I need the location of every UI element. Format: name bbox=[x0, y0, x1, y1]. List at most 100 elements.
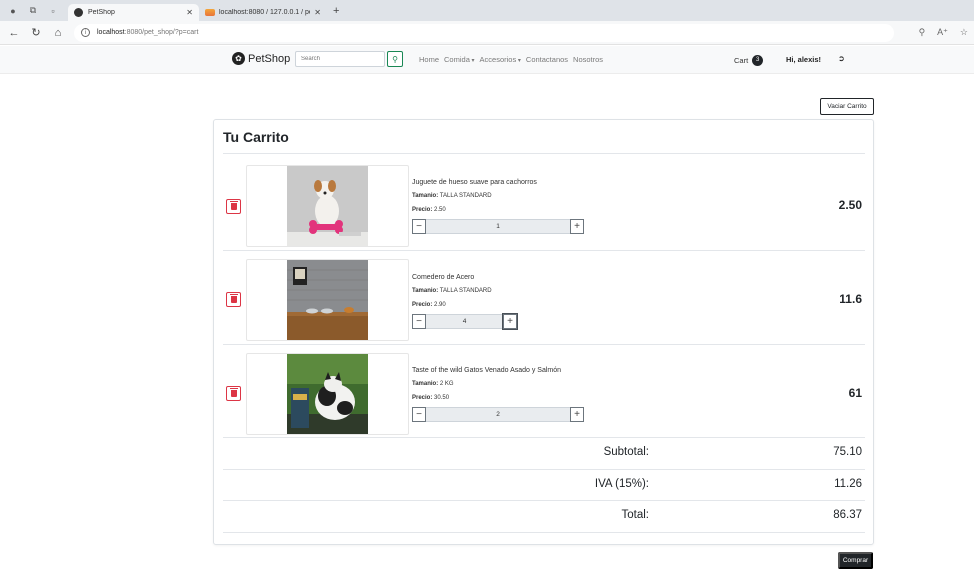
back-icon[interactable]: ← bbox=[6, 27, 22, 39]
home-icon[interactable]: ⌂ bbox=[50, 27, 66, 39]
product-image-frame bbox=[246, 165, 409, 247]
reload-icon[interactable]: ↻ bbox=[28, 26, 44, 39]
tab-label: PetShop bbox=[88, 9, 115, 16]
url-field[interactable]: i localhost:8080/pet_shop/?p=cart bbox=[74, 23, 894, 42]
delete-item-button[interactable] bbox=[226, 292, 241, 307]
clear-cart-button[interactable]: Vaciar Carrito bbox=[820, 98, 874, 115]
search-input[interactable] bbox=[295, 51, 385, 67]
product-size: Tamanio: TALLA STANDARD bbox=[412, 288, 492, 294]
nav-link-comida[interactable]: Comida bbox=[444, 55, 475, 64]
cart-item: Taste of the wild Gatos Venado Asado y S… bbox=[214, 352, 875, 436]
product-image-frame bbox=[246, 353, 409, 435]
read-aloud-icon[interactable]: A⁺ bbox=[937, 27, 948, 38]
brand[interactable]: ✿ PetShop bbox=[232, 52, 290, 65]
cart-title: Tu Carrito bbox=[223, 129, 289, 145]
price-value: 2.50 bbox=[434, 207, 446, 213]
tab-petshop[interactable]: PetShop ✕ bbox=[68, 4, 199, 21]
cart-label: Cart bbox=[734, 56, 749, 65]
profile-icon[interactable]: ● bbox=[6, 4, 20, 18]
increase-quantity-button[interactable]: + bbox=[503, 314, 517, 329]
checkout-button[interactable]: Comprar bbox=[838, 552, 873, 569]
phpmyadmin-favicon-icon bbox=[205, 9, 215, 16]
product-name: Juguete de hueso suave para cachorros bbox=[412, 179, 537, 186]
size-value: TALLA STANDARD bbox=[439, 288, 492, 294]
cart-card: Tu Carrito Juguete de hueso suave para c bbox=[213, 119, 874, 545]
cart-item: Juguete de hueso suave para cachorros Ta… bbox=[214, 164, 875, 248]
cart-item: Comedero de Acero Tamanio: TALLA STANDAR… bbox=[214, 259, 875, 343]
divider bbox=[223, 250, 865, 251]
product-size: Tamanio: 2 KG bbox=[412, 381, 454, 387]
decrease-quantity-button[interactable]: − bbox=[412, 407, 426, 422]
quantity-input[interactable]: 4 bbox=[426, 314, 503, 329]
tab-phpmyadmin[interactable]: localhost:8080 / 127.0.0.1 / pet_sh ✕ bbox=[199, 4, 327, 21]
quantity-stepper: − 1 + bbox=[412, 219, 584, 234]
cart-link[interactable]: Cart 3 bbox=[734, 55, 764, 66]
brand-name: PetShop bbox=[248, 52, 291, 65]
price-label: Precio: bbox=[412, 302, 433, 308]
product-price: Precio: 2.50 bbox=[412, 207, 446, 213]
quantity-input[interactable]: 2 bbox=[426, 407, 570, 422]
product-price: Precio: 30.50 bbox=[412, 395, 449, 401]
user-greeting[interactable]: Hi, alexis! bbox=[786, 55, 821, 64]
search-button[interactable]: ⚲ bbox=[387, 51, 403, 67]
trash-icon bbox=[229, 388, 238, 397]
price-label: Precio: bbox=[412, 395, 433, 401]
divider bbox=[223, 153, 865, 154]
product-image-cat-food bbox=[287, 354, 368, 434]
item-total: 11.6 bbox=[839, 292, 862, 306]
delete-item-button[interactable] bbox=[226, 386, 241, 401]
quantity-input[interactable]: 1 bbox=[426, 219, 570, 234]
price-value: 2.90 bbox=[434, 302, 446, 308]
tab-actions-icon[interactable]: ▫ bbox=[46, 4, 60, 18]
zoom-icon[interactable]: ⚲ bbox=[919, 27, 926, 38]
trash-icon bbox=[229, 294, 238, 303]
trash-icon bbox=[229, 201, 238, 210]
price-value: 30.50 bbox=[434, 395, 450, 401]
total-value: 86.37 bbox=[833, 509, 862, 521]
nav-link-contactanos[interactable]: Contactanos bbox=[526, 55, 568, 64]
cart-count-badge: 3 bbox=[752, 55, 764, 66]
new-tab-icon[interactable]: + bbox=[333, 5, 339, 17]
subtotal-label: Subtotal: bbox=[603, 446, 649, 458]
product-image-dog-bone-toy bbox=[287, 166, 368, 246]
close-tab-icon[interactable]: ✕ bbox=[186, 8, 193, 17]
size-value: TALLA STANDARD bbox=[439, 193, 492, 199]
close-tab-icon[interactable]: ✕ bbox=[314, 8, 321, 17]
product-image-steel-bowl bbox=[287, 260, 368, 340]
tab-label: localhost:8080 / 127.0.0.1 / pet_sh bbox=[219, 9, 310, 16]
site-info-icon[interactable]: i bbox=[81, 28, 90, 37]
total-label: Total: bbox=[621, 509, 650, 521]
divider bbox=[223, 532, 865, 533]
product-price: Precio: 2.90 bbox=[412, 302, 446, 308]
paw-logo-icon: ✿ bbox=[232, 52, 245, 65]
quantity-stepper: − 4 + bbox=[412, 314, 517, 329]
iva-value: 11.26 bbox=[834, 478, 862, 490]
product-size: Tamanio: TALLA STANDARD bbox=[412, 193, 492, 199]
size-label: Tamanio: bbox=[412, 381, 439, 387]
nav-link-accesorios[interactable]: Accesorios bbox=[480, 55, 521, 64]
address-bar-row: ← ↻ ⌂ i localhost:8080/pet_shop/?p=cart … bbox=[0, 21, 974, 45]
increase-quantity-button[interactable]: + bbox=[570, 407, 584, 422]
size-value: 2 KG bbox=[439, 381, 454, 387]
delete-item-button[interactable] bbox=[226, 199, 241, 214]
total-row: Total: 86.37 bbox=[214, 501, 875, 532]
nav-links: Home Comida Accesorios Contactanos Nosot… bbox=[419, 55, 603, 64]
nav-link-nosotros[interactable]: Nosotros bbox=[573, 55, 603, 64]
divider bbox=[223, 344, 865, 345]
logout-icon[interactable]: ➲ bbox=[838, 54, 845, 63]
price-label: Precio: bbox=[412, 207, 433, 213]
increase-quantity-button[interactable]: + bbox=[570, 219, 584, 234]
decrease-quantity-button[interactable]: − bbox=[412, 219, 426, 234]
size-label: Tamanio: bbox=[412, 193, 439, 199]
product-image-frame bbox=[246, 259, 409, 341]
url-path: :8080/pet_shop/?p=cart bbox=[124, 29, 199, 36]
item-total: 61 bbox=[848, 386, 862, 400]
nav-link-home[interactable]: Home bbox=[419, 55, 439, 64]
quantity-stepper: − 2 + bbox=[412, 407, 584, 422]
workspaces-icon[interactable]: ⧉ bbox=[26, 4, 40, 18]
search-icon: ⚲ bbox=[392, 54, 398, 64]
decrease-quantity-button[interactable]: − bbox=[412, 314, 426, 329]
favorite-icon[interactable]: ☆ bbox=[960, 27, 968, 38]
item-total: 2.50 bbox=[838, 198, 862, 212]
product-name: Comedero de Acero bbox=[412, 274, 475, 281]
